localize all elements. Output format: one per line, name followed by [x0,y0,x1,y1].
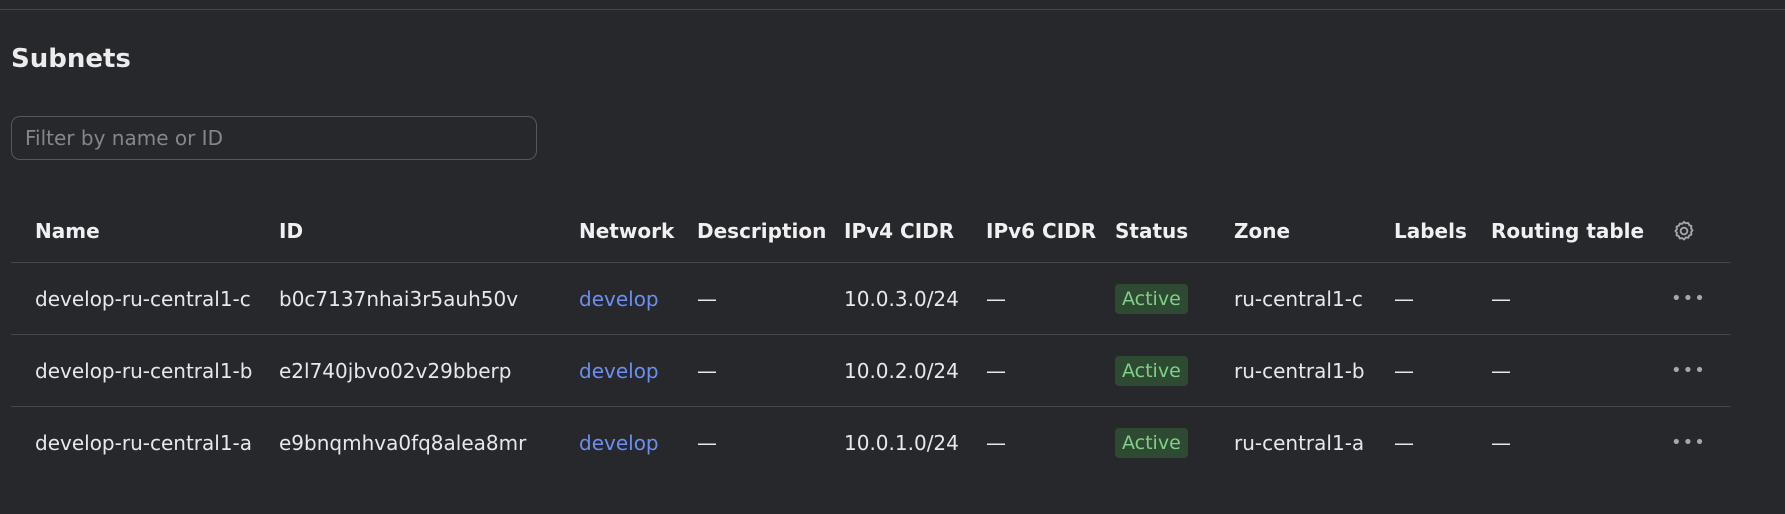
status-badge: Active [1115,355,1188,386]
subnet-ipv4-cidr: 10.0.1.0/24 [844,430,959,455]
subnet-routing-table: — [1491,430,1511,455]
subnet-routing-table: — [1491,358,1511,383]
filter-input[interactable] [11,116,537,160]
top-divider [0,9,1785,10]
status-badge: Active [1115,283,1188,314]
network-link[interactable]: develop [579,335,659,406]
subnet-ipv6-cidr: — [986,358,1006,383]
subnet-labels: — [1394,286,1414,311]
status-cell: Active [1115,335,1188,406]
network-link[interactable]: develop [579,407,659,478]
header-routing-table[interactable]: Routing table [1491,199,1644,262]
more-actions-icon[interactable]: ••• [1671,263,1706,334]
subnet-description: — [697,358,717,383]
header-labels[interactable]: Labels [1394,199,1467,262]
header-id[interactable]: ID [279,199,303,262]
subnet-name: develop-ru-central1-c [35,286,251,311]
subnet-labels: — [1394,430,1414,455]
subnet-zone: ru-central1-a [1234,430,1365,455]
subnet-name: develop-ru-central1-a [35,430,253,455]
header-name[interactable]: Name [35,199,100,262]
subnet-ipv6-cidr: — [986,286,1006,311]
subnet-ipv4-cidr: 10.0.2.0/24 [844,358,959,383]
status-cell: Active [1115,407,1188,478]
header-ipv6-cidr[interactable]: IPv6 CIDR [986,199,1096,262]
status-cell: Active [1115,263,1188,334]
subnets-table: Name ID Network Description IPv4 CIDR IP… [11,199,1730,478]
subnet-id: e2l740jbvo02v29bberp [279,358,512,383]
more-actions-icon[interactable]: ••• [1671,407,1706,478]
subnet-name: develop-ru-central1-b [35,358,253,383]
subnet-labels: — [1394,358,1414,383]
subnet-ipv4-cidr: 10.0.3.0/24 [844,286,959,311]
status-badge: Active [1115,427,1188,458]
table-header-row: Name ID Network Description IPv4 CIDR IP… [11,199,1730,263]
header-status[interactable]: Status [1115,199,1188,262]
subnet-description: — [697,430,717,455]
header-ipv4-cidr[interactable]: IPv4 CIDR [844,199,954,262]
subnet-zone: ru-central1-b [1234,358,1365,383]
subnet-id: e9bnqmhva0fq8alea8mr [279,430,527,455]
subnet-description: — [697,286,717,311]
page-title: Subnets [11,44,131,74]
header-description[interactable]: Description [697,199,826,262]
header-network[interactable]: Network [579,199,674,262]
table-row[interactable]: develop-ru-central1-c b0c7137nhai3r5auh5… [11,263,1730,335]
subnet-routing-table: — [1491,286,1511,311]
table-row[interactable]: develop-ru-central1-a e9bnqmhva0fq8alea8… [11,407,1730,478]
header-zone[interactable]: Zone [1234,199,1290,262]
more-actions-icon[interactable]: ••• [1671,335,1706,406]
table-row[interactable]: develop-ru-central1-b e2l740jbvo02v29bbe… [11,335,1730,407]
subnet-zone: ru-central1-c [1234,286,1363,311]
subnet-ipv6-cidr: — [986,430,1006,455]
network-link[interactable]: develop [579,263,659,334]
gear-icon[interactable] [1671,199,1697,262]
subnet-id: b0c7137nhai3r5auh50v [279,286,519,311]
